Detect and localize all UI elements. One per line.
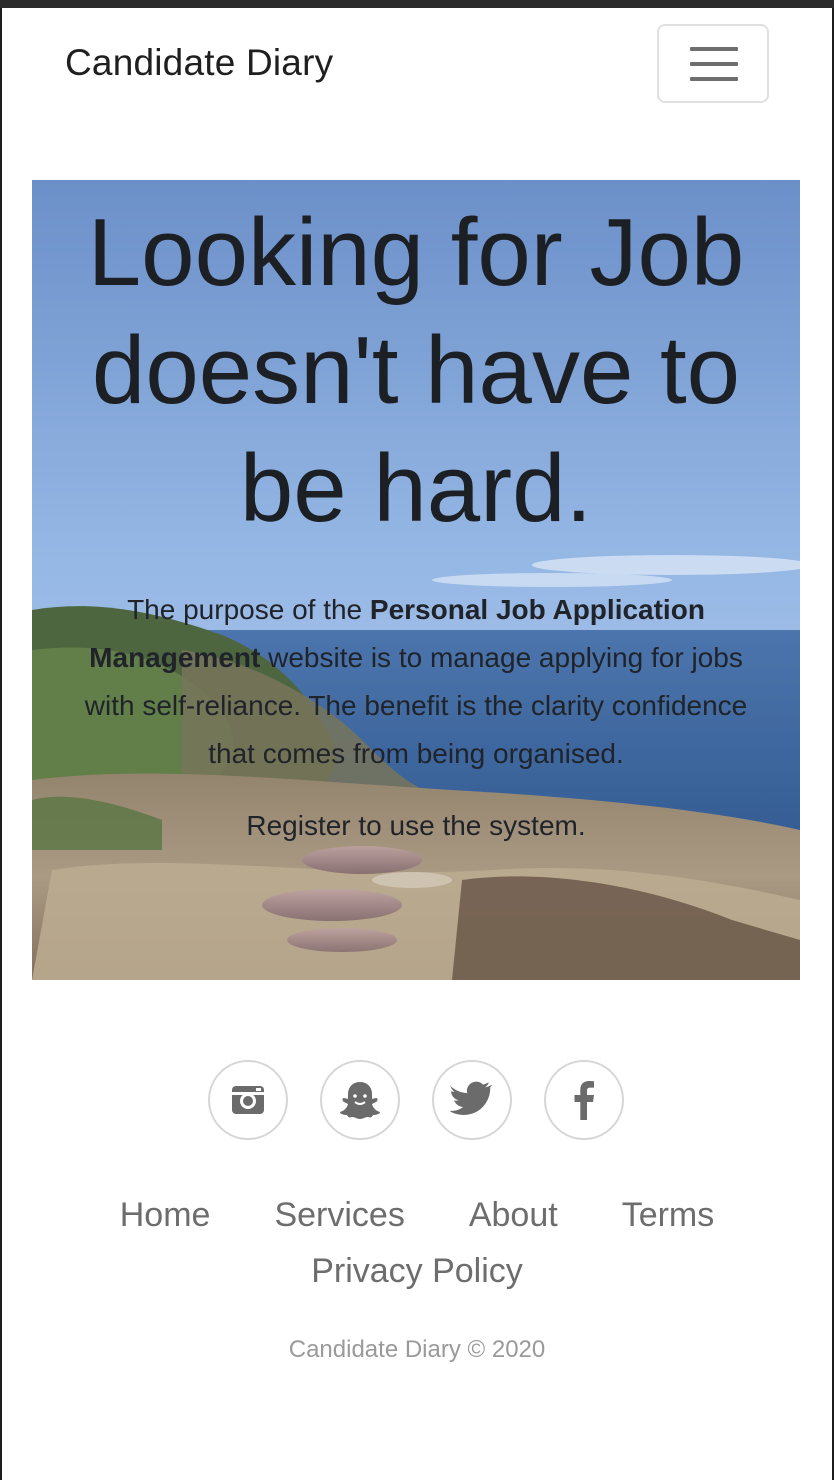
hero-description: The purpose of the Personal Job Applicat…	[62, 586, 770, 778]
brand-link[interactable]: Candidate Diary	[65, 42, 333, 84]
hero-section: Looking for Job doesn't have to be hard.…	[32, 180, 800, 980]
navbar: Candidate Diary	[2, 8, 832, 128]
menu-toggle-button[interactable]	[657, 24, 769, 103]
footer-link-home[interactable]: Home	[120, 1196, 211, 1252]
instagram-link[interactable]	[208, 1060, 288, 1140]
register-prompt: Register to use the system.	[246, 810, 586, 841]
hero-title: Looking for Job doesn't have to be hard.	[87, 199, 745, 542]
social-links	[208, 1060, 628, 1140]
snapchat-link[interactable]	[320, 1060, 400, 1140]
twitter-icon	[450, 1081, 493, 1115]
copyright-text: Candidate Diary © 2020	[288, 1336, 546, 1363]
footer-nav: Home Services About Terms Privacy Policy	[2, 1196, 832, 1291]
page-frame: Candidate Diary Looking for Job doesn't …	[0, 8, 834, 1480]
footer-link-services[interactable]: Services	[274, 1196, 404, 1252]
facebook-icon	[574, 1081, 594, 1120]
footer-link-terms[interactable]: Terms	[622, 1196, 715, 1252]
instagram-icon	[232, 1086, 264, 1114]
twitter-link[interactable]	[432, 1060, 512, 1140]
footer-link-about[interactable]: About	[469, 1196, 558, 1252]
window-top-edge	[0, 0, 834, 8]
footer-link-privacy-policy[interactable]: Privacy Policy	[311, 1252, 523, 1290]
facebook-link[interactable]	[544, 1060, 624, 1140]
hero-description-lead: The purpose of the	[127, 594, 370, 625]
snapchat-icon	[340, 1082, 380, 1119]
